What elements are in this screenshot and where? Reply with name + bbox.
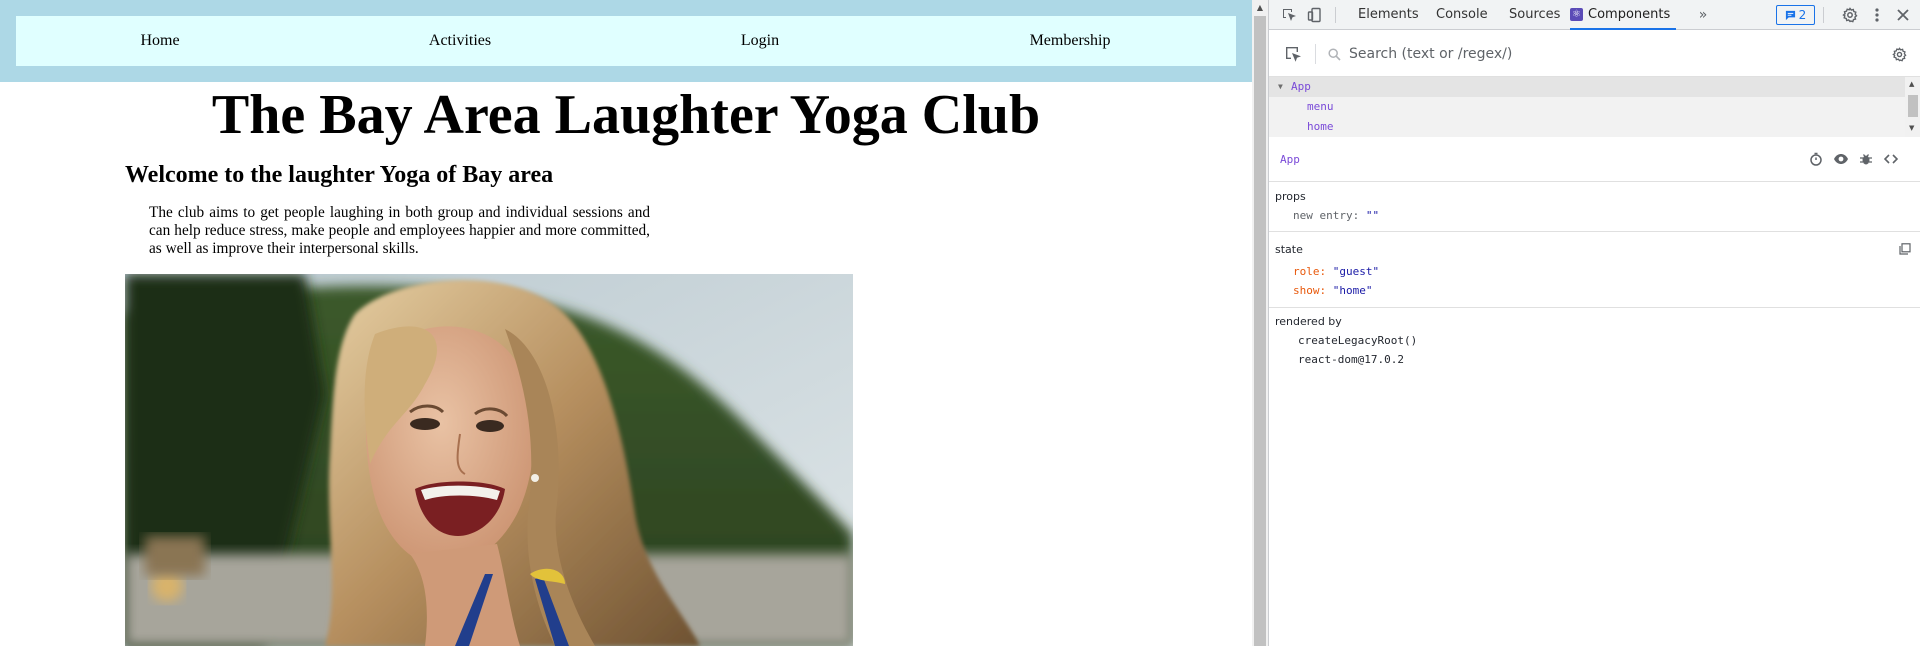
tab-sources[interactable]: Sources — [1509, 0, 1560, 30]
inspector-header: App — [1269, 137, 1920, 182]
stopwatch-icon[interactable] — [1807, 150, 1825, 168]
props-title: props — [1275, 190, 1306, 203]
device-toolbar-icon[interactable] — [1305, 5, 1325, 25]
tab-elements[interactable]: Elements — [1358, 0, 1419, 30]
prop-key: new entry: — [1293, 209, 1360, 222]
state-show[interactable]: show: "home" — [1293, 284, 1373, 297]
tree-item-label: home — [1307, 120, 1334, 133]
kebab-menu-icon[interactable] — [1867, 5, 1887, 25]
bug-icon[interactable] — [1857, 150, 1875, 168]
prop-new-entry[interactable]: new entry: "" — [1293, 209, 1379, 222]
close-icon[interactable] — [1893, 5, 1913, 25]
selected-component-name: App — [1280, 153, 1300, 166]
copy-icon[interactable] — [1896, 240, 1914, 258]
rendered-by-item[interactable]: createLegacyRoot() — [1298, 334, 1417, 347]
nav-login-link[interactable]: Login — [741, 16, 779, 66]
state-key: show: — [1293, 284, 1327, 297]
props-section: props new entry: "" — [1269, 190, 1920, 234]
tree-scroll-down-icon[interactable]: ▼ — [1909, 124, 1914, 132]
inspect-element-icon[interactable] — [1279, 5, 1299, 25]
tab-components[interactable]: ⚛ Components — [1570, 0, 1677, 30]
nav-bar: Home Activities Login Membership — [0, 0, 1252, 82]
component-tree: ▼ App menu home ▲ ▼ — [1269, 77, 1920, 137]
state-title: state — [1275, 243, 1303, 256]
nav-activities-link[interactable]: Activities — [429, 16, 491, 66]
settings-gear-icon[interactable] — [1840, 5, 1860, 25]
rendered-by-title: rendered by — [1275, 315, 1342, 328]
section-divider — [1269, 307, 1920, 308]
issues-count: 2 — [1798, 8, 1807, 22]
react-components-icon: ⚛ — [1570, 8, 1583, 21]
prop-value[interactable]: "" — [1366, 209, 1379, 222]
tree-settings-icon[interactable] — [1889, 44, 1909, 64]
web-page-viewport: Home Activities Login Membership The Bay… — [0, 0, 1252, 646]
tree-item-menu[interactable]: menu — [1269, 97, 1905, 117]
tree-expand-caret-icon[interactable]: ▼ — [1278, 77, 1283, 97]
more-tabs-icon[interactable]: » — [1693, 5, 1713, 25]
tree-item-home[interactable]: home — [1269, 117, 1905, 137]
state-section: state role: "guest" show: "home" — [1269, 243, 1920, 303]
tab-separator — [1335, 7, 1336, 23]
devtools-tab-bar: Elements Console Sources ⚛ Components » … — [1269, 0, 1920, 30]
nav-home-link[interactable]: Home — [140, 16, 179, 66]
welcome-heading: Welcome to the laughter Yoga of Bay area — [125, 162, 554, 188]
state-value[interactable]: "home" — [1333, 284, 1373, 297]
tab-console[interactable]: Console — [1436, 0, 1488, 30]
nav-menu: Home Activities Login Membership — [16, 16, 1236, 66]
search-icon — [1324, 44, 1344, 64]
tree-item-label: menu — [1307, 100, 1334, 113]
issues-icon — [1785, 10, 1795, 20]
issues-badge[interactable]: 2 — [1776, 5, 1815, 25]
view-source-icon[interactable] — [1882, 150, 1900, 168]
component-tree-scrollbar[interactable]: ▲ ▼ — [1905, 77, 1920, 137]
tab-components-label: Components — [1588, 7, 1671, 22]
page-scrollbar-thumb[interactable] — [1254, 16, 1266, 646]
rendered-by-item[interactable]: react-dom@17.0.2 — [1298, 353, 1404, 366]
component-tree-scrollbar-thumb[interactable] — [1908, 95, 1918, 117]
section-divider — [1269, 231, 1920, 232]
state-value[interactable]: "guest" — [1333, 265, 1379, 278]
component-search-bar — [1269, 31, 1920, 77]
component-inspector: App props new entry: "" state role: "gue… — [1269, 137, 1920, 646]
page-scrollbar[interactable]: ▲ — [1252, 0, 1268, 646]
hero-photo-laughing-woman — [125, 274, 853, 646]
tree-item-label: App — [1291, 80, 1311, 93]
eye-icon[interactable] — [1832, 150, 1850, 168]
devtools-panel: Elements Console Sources ⚛ Components » … — [1268, 0, 1920, 646]
rendered-by-section: rendered by createLegacyRoot() react-dom… — [1269, 315, 1920, 375]
intro-paragraph: The club aims to get people laughing in … — [149, 204, 650, 257]
component-search-input[interactable] — [1349, 43, 1849, 65]
state-key: role: — [1293, 265, 1327, 278]
search-separator — [1315, 44, 1316, 64]
component-picker-icon[interactable] — [1283, 44, 1303, 64]
toolbar-separator — [1823, 7, 1824, 23]
tree-scroll-up-icon[interactable]: ▲ — [1909, 80, 1914, 88]
tree-item-app[interactable]: ▼ App — [1269, 77, 1905, 97]
nav-membership-link[interactable]: Membership — [1030, 16, 1111, 66]
state-role[interactable]: role: "guest" — [1293, 265, 1379, 278]
page-title: The Bay Area Laughter Yoga Club — [211, 84, 1041, 146]
scroll-up-arrow-icon[interactable]: ▲ — [1252, 0, 1268, 16]
